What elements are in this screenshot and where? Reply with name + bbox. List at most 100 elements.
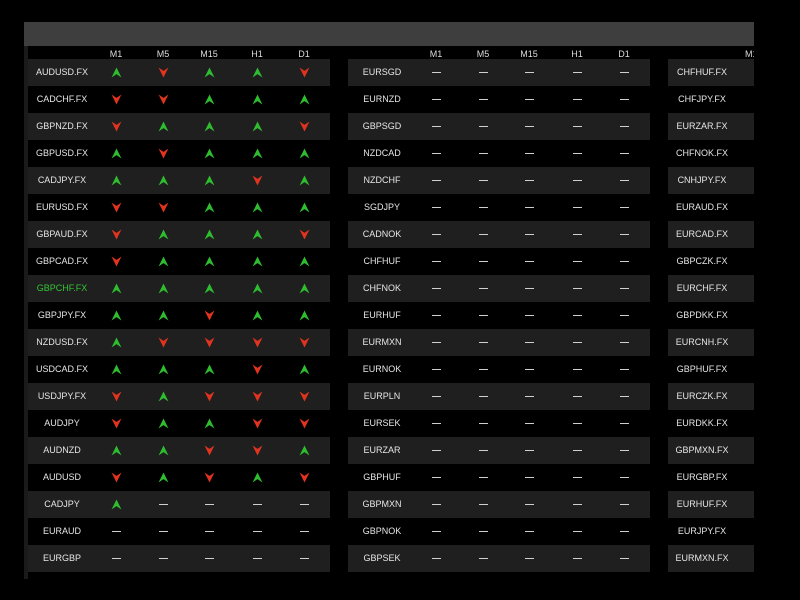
symbol-label[interactable]: GBPDKK.FX bbox=[668, 302, 736, 329]
symbol-label[interactable]: AUDNZD bbox=[28, 437, 96, 464]
symbol-label[interactable]: AUDJPY bbox=[28, 410, 96, 437]
signal-row[interactable]: EURHUF.FX bbox=[668, 490, 754, 518]
signal-row[interactable]: EURJPY.FX bbox=[668, 517, 754, 545]
signal-row[interactable]: EURNOK bbox=[348, 355, 650, 383]
signal-row[interactable]: CADNOK bbox=[348, 220, 650, 248]
symbol-label[interactable]: GBPJPY.FX bbox=[28, 302, 96, 329]
symbol-label[interactable]: EURJPY.FX bbox=[668, 518, 736, 545]
symbol-label[interactable]: GBPHUF.FX bbox=[668, 356, 736, 383]
signal-row[interactable]: GBPAUD.FX bbox=[28, 220, 330, 248]
signal-row[interactable]: GBPSEK bbox=[348, 544, 650, 572]
signal-row[interactable]: EURAUD bbox=[28, 517, 330, 545]
signal-row[interactable]: EURZAR bbox=[348, 436, 650, 464]
symbol-label[interactable]: EURZAR.FX bbox=[668, 113, 736, 140]
signal-row[interactable]: EURNZD bbox=[348, 85, 650, 113]
symbol-label[interactable]: CHFHUF bbox=[348, 248, 416, 275]
symbol-label[interactable]: NZDCAD bbox=[348, 140, 416, 167]
symbol-label[interactable]: EURAUD bbox=[28, 518, 96, 545]
signal-row[interactable]: AUDJPY bbox=[28, 409, 330, 437]
signal-row[interactable]: NZDCHF bbox=[348, 166, 650, 194]
symbol-label[interactable]: EURCAD.FX bbox=[668, 221, 736, 248]
signal-row[interactable]: EURPLN bbox=[348, 382, 650, 410]
signal-row[interactable]: GBPCHF.FX bbox=[28, 274, 330, 302]
symbol-label[interactable]: CHFNOK bbox=[348, 275, 416, 302]
symbol-label[interactable]: GBPUSD.FX bbox=[28, 140, 96, 167]
signal-row[interactable]: EURUSD.FX bbox=[28, 193, 330, 221]
symbol-label[interactable]: EURHUF bbox=[348, 302, 416, 329]
symbol-label[interactable]: GBPMXN.FX bbox=[668, 437, 736, 464]
symbol-label[interactable]: GBPHUF bbox=[348, 464, 416, 491]
symbol-label[interactable]: USDJPY.FX bbox=[28, 383, 96, 410]
signal-row[interactable]: EURAUD.FX bbox=[668, 193, 754, 221]
symbol-label[interactable]: EURNZD bbox=[348, 86, 416, 113]
symbol-label[interactable]: EURSGD bbox=[348, 59, 416, 86]
signal-row[interactable]: CHFJPY.FX bbox=[668, 85, 754, 113]
signal-row[interactable]: CADJPY.FX bbox=[28, 166, 330, 194]
signal-row[interactable]: USDCAD.FX bbox=[28, 355, 330, 383]
symbol-label[interactable]: GBPAUD.FX bbox=[28, 221, 96, 248]
signal-row[interactable]: CHFNOK bbox=[348, 274, 650, 302]
symbol-label[interactable]: EURGBP bbox=[28, 545, 96, 572]
symbol-label[interactable]: CHFNOK.FX bbox=[668, 140, 736, 167]
symbol-label[interactable]: EURZAR bbox=[348, 437, 416, 464]
symbol-label[interactable]: EURCHF.FX bbox=[668, 275, 736, 302]
symbol-label[interactable]: CADCHF.FX bbox=[28, 86, 96, 113]
symbol-label[interactable]: EURGBP.FX bbox=[668, 464, 736, 491]
signal-row[interactable]: EURGBP bbox=[28, 544, 330, 572]
symbol-label[interactable]: GBPNOK bbox=[348, 518, 416, 545]
signal-row[interactable]: CNHJPY.FX bbox=[668, 166, 754, 194]
signal-row[interactable]: EURSEK bbox=[348, 409, 650, 437]
signal-row[interactable]: USDJPY.FX bbox=[28, 382, 330, 410]
signal-row[interactable]: EURZAR.FX bbox=[668, 112, 754, 140]
signal-row[interactable]: NZDUSD.FX bbox=[28, 328, 330, 356]
symbol-label[interactable]: GBPSGD bbox=[348, 113, 416, 140]
symbol-label[interactable]: CNHJPY.FX bbox=[668, 167, 736, 194]
symbol-label[interactable]: EURSEK bbox=[348, 410, 416, 437]
symbol-label[interactable]: GBPCHF.FX bbox=[28, 275, 96, 302]
signal-row[interactable]: EURCNH.FX bbox=[668, 328, 754, 356]
signal-row[interactable]: CHFNOK.FX bbox=[668, 139, 754, 167]
signal-row[interactable]: GBPHUF bbox=[348, 463, 650, 491]
symbol-label[interactable]: CADJPY.FX bbox=[28, 167, 96, 194]
signal-row[interactable]: GBPCAD.FX bbox=[28, 247, 330, 275]
signal-row[interactable]: GBPMXN.FX bbox=[668, 436, 754, 464]
signal-row[interactable]: AUDUSD.FX bbox=[28, 58, 330, 86]
signal-row[interactable]: EURSGD bbox=[348, 58, 650, 86]
signal-row[interactable]: SGDJPY bbox=[348, 193, 650, 221]
symbol-label[interactable]: GBPCZK.FX bbox=[668, 248, 736, 275]
signal-row[interactable]: CHFHUF.FX bbox=[668, 58, 754, 86]
signal-row[interactable]: EURCAD.FX bbox=[668, 220, 754, 248]
signal-row[interactable]: EURMXN bbox=[348, 328, 650, 356]
symbol-label[interactable]: CHFJPY.FX bbox=[668, 86, 736, 113]
signal-row[interactable]: EURCHF.FX bbox=[668, 274, 754, 302]
signal-row[interactable]: EURHUF bbox=[348, 301, 650, 329]
symbol-label[interactable]: CADJPY bbox=[28, 491, 96, 518]
symbol-label[interactable]: EURNOK bbox=[348, 356, 416, 383]
signal-row[interactable]: AUDNZD bbox=[28, 436, 330, 464]
symbol-label[interactable]: EURCNH.FX bbox=[668, 329, 736, 356]
symbol-label[interactable]: NZDCHF bbox=[348, 167, 416, 194]
signal-row[interactable]: GBPUSD.FX bbox=[28, 139, 330, 167]
symbol-label[interactable]: AUDUSD bbox=[28, 464, 96, 491]
symbol-label[interactable]: SGDJPY bbox=[348, 194, 416, 221]
signal-row[interactable]: EURCZK.FX bbox=[668, 382, 754, 410]
symbol-label[interactable]: EURPLN bbox=[348, 383, 416, 410]
symbol-label[interactable]: EURHUF.FX bbox=[668, 491, 736, 518]
signal-row[interactable]: GBPNOK bbox=[348, 517, 650, 545]
signal-row[interactable]: GBPSGD bbox=[348, 112, 650, 140]
symbol-label[interactable]: GBPMXN bbox=[348, 491, 416, 518]
symbol-label[interactable]: GBPCAD.FX bbox=[28, 248, 96, 275]
symbol-label[interactable]: EURCZK.FX bbox=[668, 383, 736, 410]
symbol-label[interactable]: NZDUSD.FX bbox=[28, 329, 96, 356]
signal-row[interactable]: CADCHF.FX bbox=[28, 85, 330, 113]
signal-row[interactable]: GBPJPY.FX bbox=[28, 301, 330, 329]
signal-row[interactable]: EURMXN.FX bbox=[668, 544, 754, 572]
symbol-label[interactable]: EURUSD.FX bbox=[28, 194, 96, 221]
signal-row[interactable]: CHFHUF bbox=[348, 247, 650, 275]
symbol-label[interactable]: USDCAD.FX bbox=[28, 356, 96, 383]
symbol-label[interactable]: EURMXN.FX bbox=[668, 545, 736, 572]
symbol-label[interactable]: EURAUD.FX bbox=[668, 194, 736, 221]
signal-row[interactable]: GBPNZD.FX bbox=[28, 112, 330, 140]
signal-row[interactable]: CADJPY bbox=[28, 490, 330, 518]
signal-row[interactable]: AUDUSD bbox=[28, 463, 330, 491]
